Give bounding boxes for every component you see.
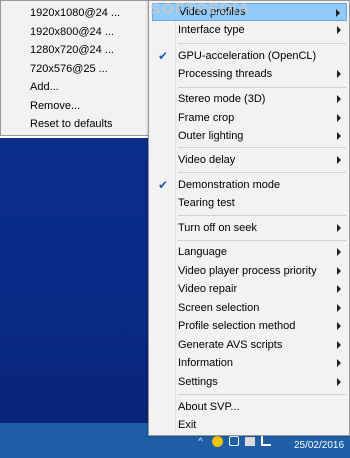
checkmark-icon: ✔ [157, 49, 169, 63]
checkmark-icon: ✔ [157, 178, 169, 192]
chevron-up-icon[interactable]: ^ [195, 436, 206, 447]
add-profile-item[interactable]: Add... [4, 78, 146, 96]
menu-item-video-delay[interactable]: Video delay [152, 151, 347, 169]
menu-item-label: Tearing test [178, 197, 235, 209]
menu-item-generate-avs-scripts[interactable]: Generate AVS scripts [152, 336, 347, 354]
menu-separator [178, 215, 346, 216]
menu-item-video-repair[interactable]: Video repair [152, 280, 347, 298]
volume-icon[interactable] [229, 436, 239, 446]
menu-item-outer-lighting[interactable]: Outer lighting [152, 127, 347, 145]
profile-1920x800[interactable]: 1920x800@24 ... [4, 23, 146, 41]
menu-item-information[interactable]: Information [152, 354, 347, 372]
menu-item-label: Video delay [178, 154, 236, 166]
menu-item-label: Settings [178, 376, 218, 388]
submenu-arrow-icon [337, 26, 341, 34]
menu-item-turn-off-on-seek[interactable]: Turn off on seek [152, 219, 347, 237]
menu-item-label: Video player process priority [178, 265, 317, 277]
submenu-arrow-icon [337, 322, 341, 330]
menu-separator [178, 394, 346, 395]
menu-separator [178, 240, 346, 241]
network-icon[interactable] [261, 436, 271, 446]
menu-item-label: Exit [178, 419, 197, 431]
menu-item-processing-threads[interactable]: Processing threads [152, 65, 347, 83]
menu-item-label: Information [178, 357, 234, 369]
menu-item-exit[interactable]: Exit [152, 416, 347, 434]
menu-item-label: Demonstration mode [178, 179, 281, 191]
submenu-arrow-icon [337, 248, 341, 256]
video-profiles-submenu: 1920x1080@24 ... 1920x800@24 ... 1280x72… [0, 0, 150, 136]
menu-item-interface-type[interactable]: Interface type [152, 21, 347, 39]
menu-item-label: Stereo mode (3D) [178, 93, 266, 105]
profile-1280x720[interactable]: 1280x720@24 ... [4, 41, 146, 59]
menu-item-language[interactable]: Language [152, 243, 347, 261]
profile-720x576[interactable]: 720x576@25 ... [4, 60, 146, 78]
menu-item-label: Video repair [178, 283, 238, 295]
menu-item-label: GPU-acceleration (OpenCL) [178, 50, 317, 62]
submenu-arrow-icon [337, 114, 341, 122]
menu-item-label: Screen selection [178, 302, 260, 314]
submenu-arrow-icon [337, 156, 341, 164]
menu-item-label: Profile selection method [178, 320, 296, 332]
submenu-arrow-icon [337, 359, 341, 367]
menu-item-video-profiles[interactable]: Video profiles [152, 3, 347, 21]
menu-item-about-svp[interactable]: About SVP... [152, 398, 347, 416]
menu-item-label: Turn off on seek [178, 222, 257, 234]
submenu-arrow-icon [336, 9, 340, 17]
menu-separator [178, 87, 346, 88]
menu-item-settings[interactable]: Settings [152, 373, 347, 391]
submenu-arrow-icon [337, 285, 341, 293]
svp-tray-icon[interactable] [212, 435, 223, 447]
svp-context-menu: Video profiles Interface type ✔ GPU-acce… [148, 0, 350, 436]
action-center-icon[interactable] [245, 436, 255, 446]
menu-item-gpu-acceleration[interactable]: ✔ GPU-acceleration (OpenCL) [152, 47, 347, 65]
submenu-arrow-icon [337, 341, 341, 349]
submenu-arrow-icon [337, 224, 341, 232]
submenu-arrow-icon [337, 378, 341, 386]
submenu-arrow-icon [337, 267, 341, 275]
reset-defaults-item[interactable]: Reset to defaults [4, 115, 146, 133]
menu-item-screen-selection[interactable]: Screen selection [152, 299, 347, 317]
submenu-arrow-icon [337, 304, 341, 312]
menu-item-demonstration-mode[interactable]: ✔ Demonstration mode [152, 176, 347, 194]
submenu-arrow-icon [337, 95, 341, 103]
menu-item-label: Frame crop [178, 112, 235, 124]
menu-item-tearing-test[interactable]: Tearing test [152, 194, 347, 212]
menu-item-label: Outer lighting [178, 130, 244, 142]
menu-item-label: Language [178, 246, 227, 258]
menu-item-frame-crop[interactable]: Frame crop [152, 109, 347, 127]
submenu-arrow-icon [337, 70, 341, 78]
clock-date: 25/02/2016 [293, 440, 345, 451]
menu-item-label: About SVP... [178, 401, 240, 413]
menu-item-profile-selection-method[interactable]: Profile selection method [152, 317, 347, 335]
submenu-arrow-icon [337, 132, 341, 140]
menu-item-process-priority[interactable]: Video player process priority [152, 262, 347, 280]
remove-profile-item[interactable]: Remove... [4, 97, 146, 115]
menu-separator [178, 172, 346, 173]
menu-item-label: Generate AVS scripts [178, 339, 283, 351]
menu-item-label: Interface type [178, 24, 245, 36]
menu-separator [178, 43, 346, 44]
menu-item-stereo-mode[interactable]: Stereo mode (3D) [152, 90, 347, 108]
menu-item-label: Video profiles [179, 6, 246, 18]
profile-1920x1080[interactable]: 1920x1080@24 ... [4, 4, 146, 22]
menu-item-label: Processing threads [178, 68, 273, 80]
menu-separator [178, 147, 346, 148]
